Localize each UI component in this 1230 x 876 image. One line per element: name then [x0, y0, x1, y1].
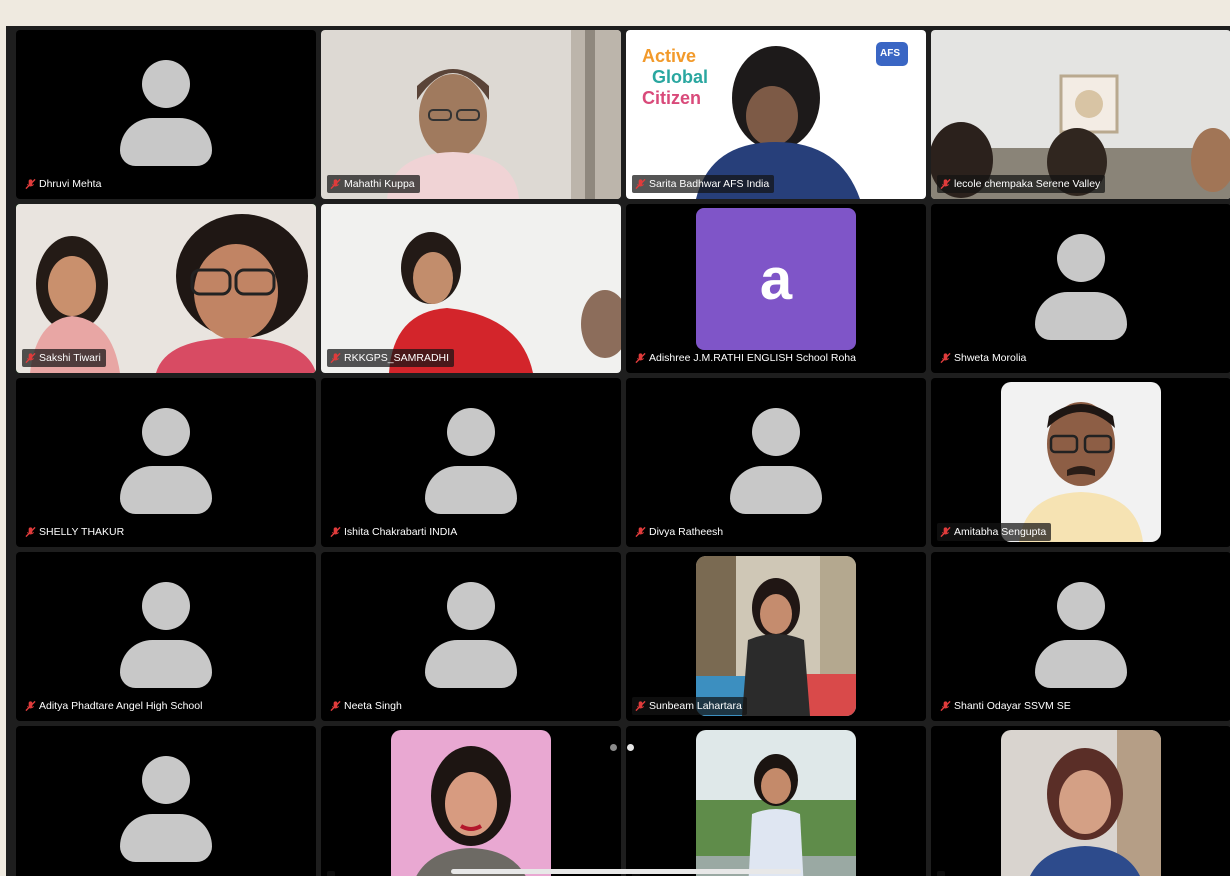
muted-mic-icon	[940, 352, 951, 364]
default-avatar-icon	[118, 408, 214, 518]
banner-text: Active Global Citizen	[642, 46, 709, 108]
participant-video	[321, 204, 621, 373]
participant-name-tag: Sunbeam Lahartara	[632, 697, 747, 715]
muted-mic-icon	[635, 352, 646, 364]
muted-mic-icon	[330, 178, 341, 190]
participant-tile[interactable]: Shanti Odayar SSVM SE	[931, 552, 1230, 721]
muted-mic-icon	[635, 700, 646, 712]
muted-mic-icon	[940, 700, 951, 712]
participant-name: Amitabha Sengupta	[954, 526, 1047, 538]
participant-tile[interactable]: Divya Ratheesh	[626, 378, 926, 547]
muted-mic-icon	[635, 178, 646, 190]
participant-name: Aditya Phadtare Angel High School	[39, 700, 203, 712]
participant-name-tag: Neeta Singh	[327, 697, 407, 715]
default-avatar-icon	[118, 756, 214, 866]
participant-name: Dhruvi Mehta	[39, 178, 102, 190]
participant-name-tag: Shweta Morolia	[937, 349, 1031, 367]
page-dot[interactable]	[610, 744, 617, 751]
horizontal-scrollbar[interactable]	[451, 869, 801, 874]
participant-name: RKKGPS_SAMRADHI	[344, 352, 450, 364]
participant-tile[interactable]	[626, 726, 926, 876]
profile-photo	[1001, 382, 1161, 542]
muted-mic-icon	[330, 700, 341, 712]
participant-tile[interactable]: a Adishree J.M.RATHI ENGLISH School Roha	[626, 204, 926, 373]
muted-mic-icon	[25, 178, 36, 190]
default-avatar-icon	[423, 582, 519, 692]
participant-tile[interactable]: Sunbeam Lahartara	[626, 552, 926, 721]
participant-tile[interactable]: Amitabha Sengupta	[931, 378, 1230, 547]
profile-photo	[696, 556, 856, 716]
muted-mic-icon	[330, 352, 341, 364]
participant-name-tag: Amitabha Sengupta	[937, 523, 1052, 541]
participant-tile[interactable]: Neeta Singh	[321, 552, 621, 721]
muted-mic-icon	[25, 352, 36, 364]
participant-tile-active-speaker[interactable]: Sakshi Tiwari	[16, 204, 316, 373]
participant-name-tag	[22, 871, 30, 876]
muted-mic-icon	[25, 526, 36, 538]
participant-video	[321, 30, 621, 199]
participant-tile[interactable]: Active Global Citizen AFS Sarita Badhwar…	[626, 30, 926, 199]
page-dot-active[interactable]	[627, 744, 634, 751]
participant-tile[interactable]: lecole chempaka Serene Valley	[931, 30, 1230, 199]
participant-tile[interactable]: SHELLY THAKUR	[16, 378, 316, 547]
participant-name: Sarita Badhwar AFS India	[649, 178, 770, 190]
participant-name-tag: Sarita Badhwar AFS India	[632, 175, 775, 193]
participant-name: SHELLY THAKUR	[39, 526, 125, 538]
letter-avatar: a	[696, 208, 856, 350]
default-avatar-icon	[1033, 234, 1129, 344]
participant-tile[interactable]	[931, 726, 1230, 876]
profile-photo	[391, 730, 551, 876]
participant-name: Sakshi Tiwari	[39, 352, 101, 364]
muted-mic-icon	[940, 178, 951, 190]
participant-tile[interactable]: Ishita Chakrabarti INDIA	[321, 378, 621, 547]
participant-name: lecole chempaka Serene Valley	[954, 178, 1101, 190]
participant-name-tag: SHELLY THAKUR	[22, 523, 129, 541]
participant-tile[interactable]: Shweta Morolia	[931, 204, 1230, 373]
meeting-window: Dhruvi Mehta Mahathi Kuppa Active Global…	[6, 26, 1230, 876]
muted-mic-icon	[25, 700, 36, 712]
default-avatar-icon	[118, 582, 214, 692]
participant-video	[16, 204, 316, 373]
participant-name: Mahathi Kuppa	[344, 178, 415, 190]
participant-name-tag: Aditya Phadtare Angel High School	[22, 697, 207, 715]
participant-name-tag: Mahathi Kuppa	[327, 175, 420, 193]
profile-photo	[1001, 730, 1161, 876]
participant-tile[interactable]: Aditya Phadtare Angel High School	[16, 552, 316, 721]
participant-tile[interactable]	[16, 726, 316, 876]
participant-name: Sunbeam Lahartara	[649, 700, 742, 712]
page-indicator[interactable]	[610, 744, 634, 751]
participant-name: Shweta Morolia	[954, 352, 1027, 364]
participant-name-tag	[937, 871, 945, 876]
participant-name: Shanti Odayar SSVM SE	[954, 700, 1071, 712]
participant-name-tag: Divya Ratheesh	[632, 523, 728, 541]
default-avatar-icon	[423, 408, 519, 518]
participant-tile[interactable]: RKKGPS_SAMRADHI	[321, 204, 621, 373]
participant-name-tag	[327, 871, 335, 876]
participant-name-tag: RKKGPS_SAMRADHI	[327, 349, 455, 367]
participant-name-tag: Adishree J.M.RATHI ENGLISH School Roha	[632, 349, 861, 367]
participant-name-tag: Dhruvi Mehta	[22, 175, 106, 193]
default-avatar-icon	[728, 408, 824, 518]
participant-name-tag: lecole chempaka Serene Valley	[937, 175, 1106, 193]
participant-name: Neeta Singh	[344, 700, 402, 712]
participant-name: Ishita Chakrabarti INDIA	[344, 526, 458, 538]
participant-name-tag: Shanti Odayar SSVM SE	[937, 697, 1076, 715]
participant-name: Divya Ratheesh	[649, 526, 724, 538]
participant-tile[interactable]	[321, 726, 621, 876]
participant-name: Adishree J.M.RATHI ENGLISH School Roha	[649, 352, 856, 364]
default-avatar-icon	[1033, 582, 1129, 692]
participant-name-tag: Ishita Chakrabarti INDIA	[327, 523, 462, 541]
participant-video	[931, 30, 1230, 199]
participant-tile[interactable]: Mahathi Kuppa	[321, 30, 621, 199]
participant-tile[interactable]: Dhruvi Mehta	[16, 30, 316, 199]
profile-photo	[696, 730, 856, 876]
muted-mic-icon	[330, 526, 341, 538]
muted-mic-icon	[940, 526, 951, 538]
afs-logo: AFS	[880, 48, 900, 59]
muted-mic-icon	[635, 526, 646, 538]
default-avatar-icon	[118, 60, 214, 170]
participant-name-tag: Sakshi Tiwari	[22, 349, 106, 367]
